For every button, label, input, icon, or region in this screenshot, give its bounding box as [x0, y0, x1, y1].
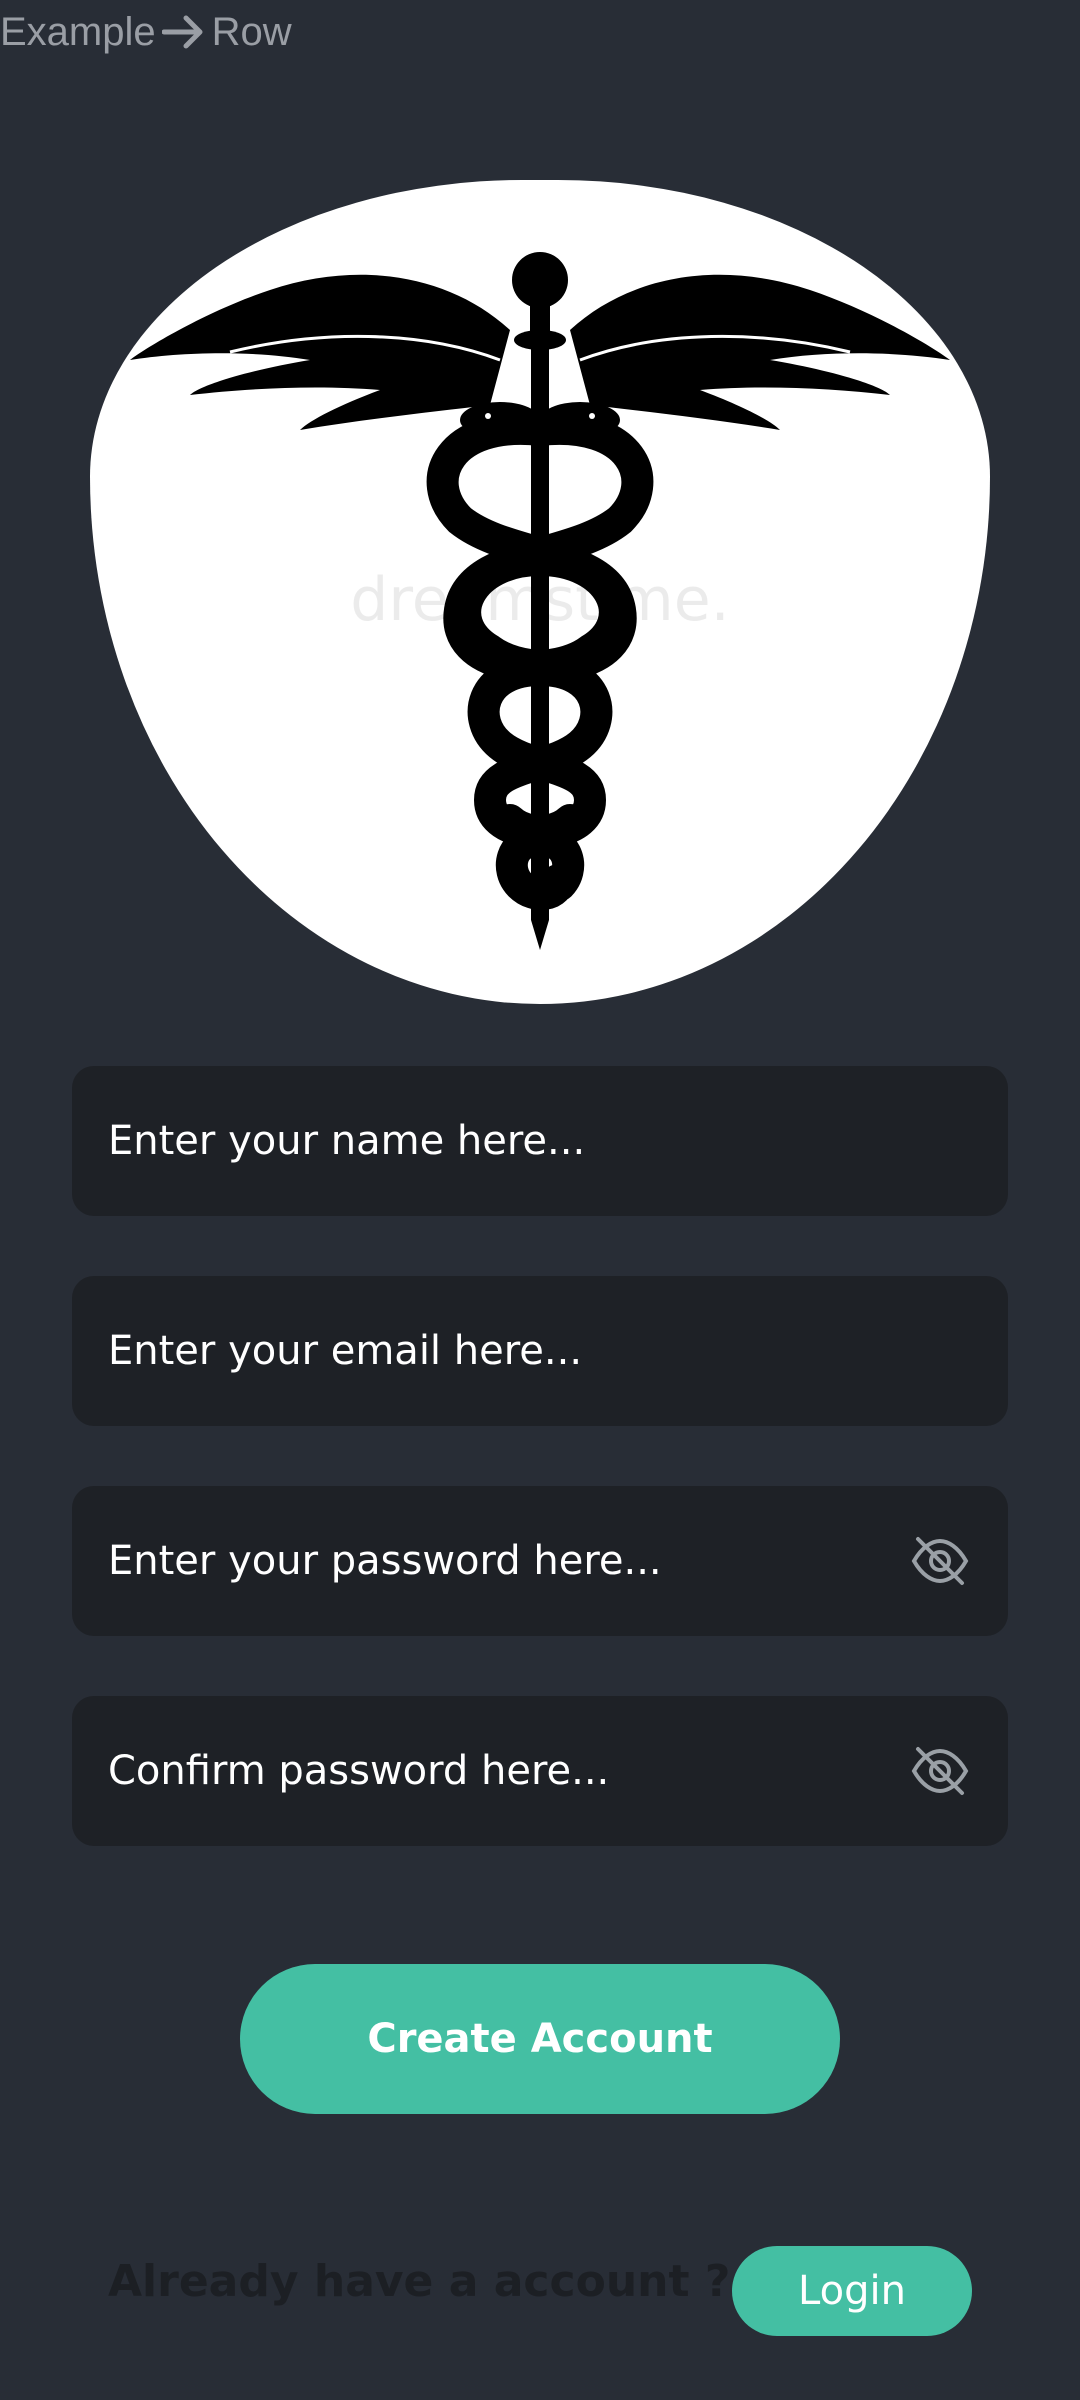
- email-input[interactable]: [108, 1276, 972, 1426]
- password-field[interactable]: [72, 1486, 1008, 1636]
- email-field[interactable]: [72, 1276, 1008, 1426]
- arrow-right-icon: [161, 12, 206, 52]
- login-button[interactable]: Login: [732, 2246, 972, 2336]
- name-input[interactable]: [108, 1066, 972, 1216]
- watermark-text: dreamstime.: [350, 565, 729, 635]
- name-field[interactable]: [72, 1066, 1008, 1216]
- already-have-account-text: Already have a account ?: [108, 2256, 731, 2307]
- create-account-button[interactable]: Create Account: [240, 1964, 840, 2114]
- caduceus-icon: dreamstime.: [130, 252, 950, 950]
- topbar-left-text: Example: [0, 9, 156, 54]
- confirm-password-input[interactable]: [108, 1696, 908, 1846]
- topbar-right-text: Row: [211, 9, 292, 54]
- logo-image: dreamstime.: [90, 180, 990, 1004]
- top-bar: Example Row: [0, 0, 292, 64]
- eye-off-icon[interactable]: [908, 1533, 972, 1589]
- password-input[interactable]: [108, 1486, 908, 1636]
- eye-off-icon[interactable]: [908, 1743, 972, 1799]
- confirm-password-field[interactable]: [72, 1696, 1008, 1846]
